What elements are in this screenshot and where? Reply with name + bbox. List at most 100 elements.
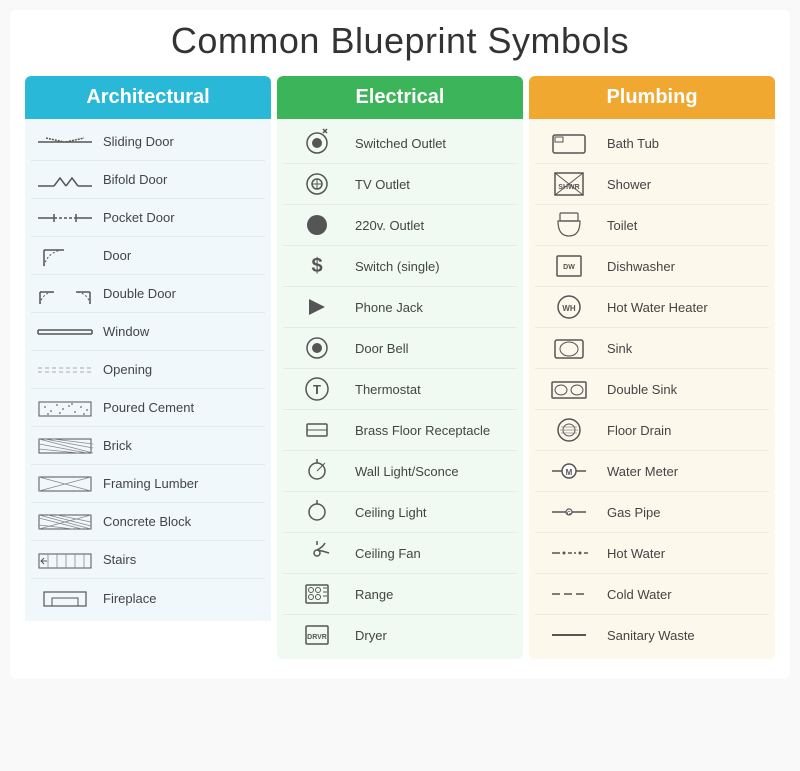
fireplace-icon [33, 584, 97, 612]
list-item: Floor Drain [535, 410, 769, 451]
shower-label: Shower [601, 177, 767, 192]
list-item: Sink [535, 328, 769, 369]
column-electrical: Electrical Switched Outlet [277, 76, 523, 659]
svg-text:$: $ [311, 255, 322, 277]
list-item: Brass Floor Receptacle [283, 410, 517, 451]
water-meter-icon: M [537, 455, 601, 487]
thermostat-label: Thermostat [349, 382, 515, 397]
dryer-label: Dryer [349, 628, 515, 643]
list-item: Poured Cement [31, 389, 265, 427]
list-item: Cold Water [535, 574, 769, 615]
sliding-door-icon [33, 128, 97, 156]
water-meter-label: Water Meter [601, 464, 767, 479]
bifold-door-label: Bifold Door [97, 172, 263, 187]
list-item: Sanitary Waste [535, 615, 769, 655]
sanitary-waste-label: Sanitary Waste [601, 628, 767, 643]
tv-outlet-icon [285, 168, 349, 200]
double-door-icon [33, 280, 97, 308]
list-item: Bath Tub [535, 123, 769, 164]
column-header-electrical: Electrical [277, 76, 523, 119]
list-item: Window [31, 313, 265, 351]
column-body-architectural: Sliding Door Bifold Door [25, 119, 271, 621]
svg-text:M: M [566, 468, 573, 477]
brick-label: Brick [97, 438, 263, 453]
svg-text:WH: WH [562, 304, 576, 313]
list-item: Wall Light/Sconce [283, 451, 517, 492]
dishwasher-label: Dishwasher [601, 259, 767, 274]
dishwasher-icon: DW [537, 250, 601, 282]
220v-outlet-label: 220v. Outlet [349, 218, 515, 233]
list-item: 220v. Outlet [283, 205, 517, 246]
pocket-door-label: Pocket Door [97, 210, 263, 225]
toilet-icon [537, 209, 601, 241]
column-body-electrical: Switched Outlet TV Outlet [277, 119, 523, 659]
svg-text:T: T [313, 382, 321, 397]
switched-outlet-label: Switched Outlet [349, 136, 515, 151]
brass-floor-receptacle-label: Brass Floor Receptacle [349, 423, 515, 438]
double-door-label: Double Door [97, 286, 263, 301]
list-item: TV Outlet [283, 164, 517, 205]
list-item: Double Door [31, 275, 265, 313]
hot-water-heater-icon: WH [537, 291, 601, 323]
cold-water-pipe-icon [537, 578, 601, 610]
list-item: Ceiling Light [283, 492, 517, 533]
list-item: Stairs [31, 541, 265, 579]
list-item: Door Bell [283, 328, 517, 369]
list-item: SHWR Shower [535, 164, 769, 205]
columns-wrapper: Architectural Sliding Door [25, 76, 775, 659]
page-title: Common Blueprint Symbols [25, 20, 775, 62]
double-sink-label: Double Sink [601, 382, 767, 397]
column-plumbing: Plumbing Bath Tub [529, 76, 775, 659]
sink-icon [537, 332, 601, 364]
switched-outlet-icon [285, 127, 349, 159]
svg-text:G: G [567, 511, 571, 517]
ceiling-light-icon [285, 496, 349, 528]
opening-label: Opening [97, 362, 263, 377]
shower-icon: SHWR [537, 168, 601, 200]
toilet-label: Toilet [601, 218, 767, 233]
gas-pipe-icon: G [537, 496, 601, 528]
thermostat-icon: T [285, 373, 349, 405]
range-label: Range [349, 587, 515, 602]
floor-drain-label: Floor Drain [601, 423, 767, 438]
list-item: Toilet [535, 205, 769, 246]
list-item: Ceiling Fan [283, 533, 517, 574]
pocket-door-icon [33, 204, 97, 232]
double-sink-icon [537, 373, 601, 405]
column-architectural: Architectural Sliding Door [25, 76, 271, 659]
bath-tub-label: Bath Tub [601, 136, 767, 151]
svg-text:DRVR: DRVR [307, 634, 327, 641]
svg-text:SHWR: SHWR [558, 184, 579, 191]
sliding-door-label: Sliding Door [97, 134, 263, 149]
ceiling-fan-icon [285, 537, 349, 569]
list-item: $ Switch (single) [283, 246, 517, 287]
concrete-block-label: Concrete Block [97, 514, 263, 529]
concrete-block-icon [33, 508, 97, 536]
bath-tub-icon [537, 127, 601, 159]
list-item: Phone Jack [283, 287, 517, 328]
framing-lumber-label: Framing Lumber [97, 476, 263, 491]
range-icon [285, 578, 349, 610]
list-item: DW Dishwasher [535, 246, 769, 287]
column-body-plumbing: Bath Tub SHWR Shower [529, 119, 775, 659]
list-item: Door [31, 237, 265, 275]
cold-water-label: Cold Water [601, 587, 767, 602]
framing-lumber-icon [33, 470, 97, 498]
phone-jack-icon [285, 291, 349, 323]
window-label: Window [97, 324, 263, 339]
phone-jack-label: Phone Jack [349, 300, 515, 315]
hot-water-heater-label: Hot Water Heater [601, 300, 767, 315]
poured-cement-label: Poured Cement [97, 400, 263, 415]
list-item: Double Sink [535, 369, 769, 410]
wall-light-sconce-icon [285, 455, 349, 487]
gas-pipe-label: Gas Pipe [601, 505, 767, 520]
dryer-icon: DRVR [285, 619, 349, 651]
list-item: Concrete Block [31, 503, 265, 541]
ceiling-light-label: Ceiling Light [349, 505, 515, 520]
list-item: T Thermostat [283, 369, 517, 410]
list-item: Framing Lumber [31, 465, 265, 503]
door-label: Door [97, 248, 263, 263]
hot-water-pipe-icon [537, 537, 601, 569]
list-item: Hot Water [535, 533, 769, 574]
list-item: M Water Meter [535, 451, 769, 492]
